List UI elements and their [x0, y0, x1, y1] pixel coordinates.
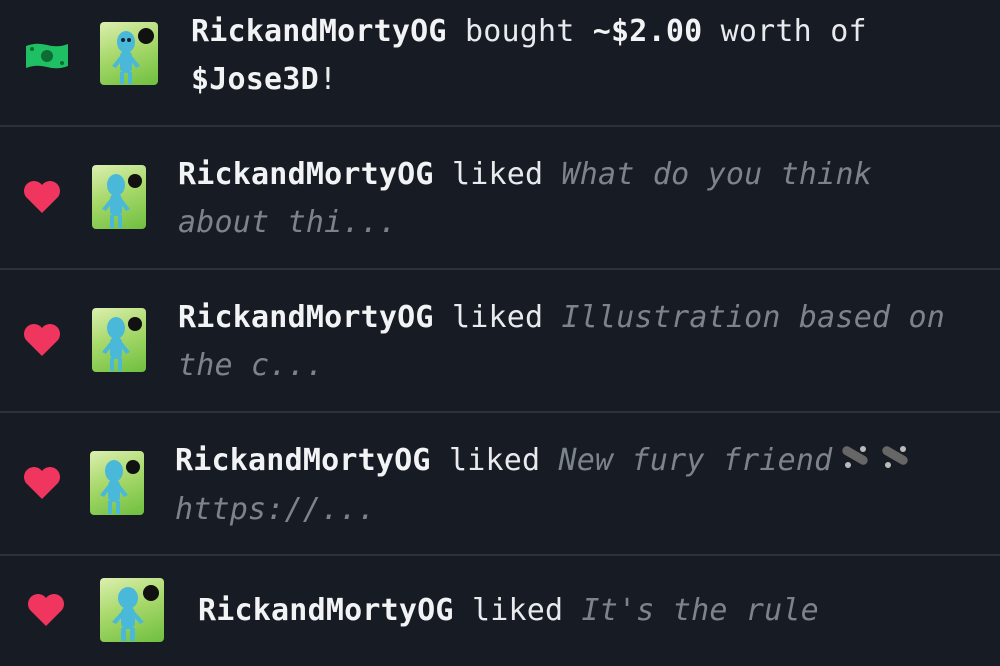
token-link[interactable]: $Jose3D	[191, 62, 319, 97]
activity-text: RickandMortyOG liked What do you think a…	[178, 157, 872, 240]
activity-text: RickandMortyOG liked New fury friend htt…	[175, 437, 975, 534]
avatar[interactable]	[100, 578, 164, 642]
avatar[interactable]	[92, 165, 146, 229]
amount: ~$2.00	[592, 14, 703, 49]
avatar[interactable]	[92, 308, 146, 372]
activity-item-like[interactable]: RickandMortyOG liked It's the rule	[0, 556, 1000, 666]
activity-feed: RickandMortyOG bought ~$2.00 worth of $J…	[0, 0, 1000, 666]
post-snippet[interactable]: It's the rule	[582, 593, 819, 628]
heart-icon	[22, 179, 62, 219]
username[interactable]: RickandMortyOG	[178, 157, 434, 192]
skateboard-icon	[838, 438, 872, 486]
username[interactable]: RickandMortyOG	[198, 593, 454, 628]
skateboard-icon	[878, 438, 912, 486]
avatar[interactable]	[90, 451, 144, 515]
activity-item-like[interactable]: RickandMortyOG liked Illustration based …	[0, 270, 1000, 413]
avatar[interactable]	[100, 22, 158, 85]
heart-icon	[26, 592, 66, 632]
username[interactable]: RickandMortyOG	[175, 443, 431, 478]
heart-icon	[22, 465, 62, 505]
activity-item-like[interactable]: RickandMortyOG liked New fury friend htt…	[0, 413, 1000, 556]
username[interactable]: RickandMortyOG	[191, 14, 447, 49]
activity-text: RickandMortyOG liked Illustration based …	[178, 300, 946, 383]
activity-item-like[interactable]: RickandMortyOG liked What do you think a…	[0, 127, 1000, 270]
heart-icon	[22, 322, 62, 362]
activity-item-buy[interactable]: RickandMortyOG bought ~$2.00 worth of $J…	[0, 0, 1000, 127]
activity-text: RickandMortyOG bought ~$2.00 worth of $J…	[191, 14, 867, 97]
activity-text: RickandMortyOG liked It's the rule	[198, 593, 819, 628]
money-icon	[24, 40, 70, 76]
username[interactable]: RickandMortyOG	[178, 300, 434, 335]
